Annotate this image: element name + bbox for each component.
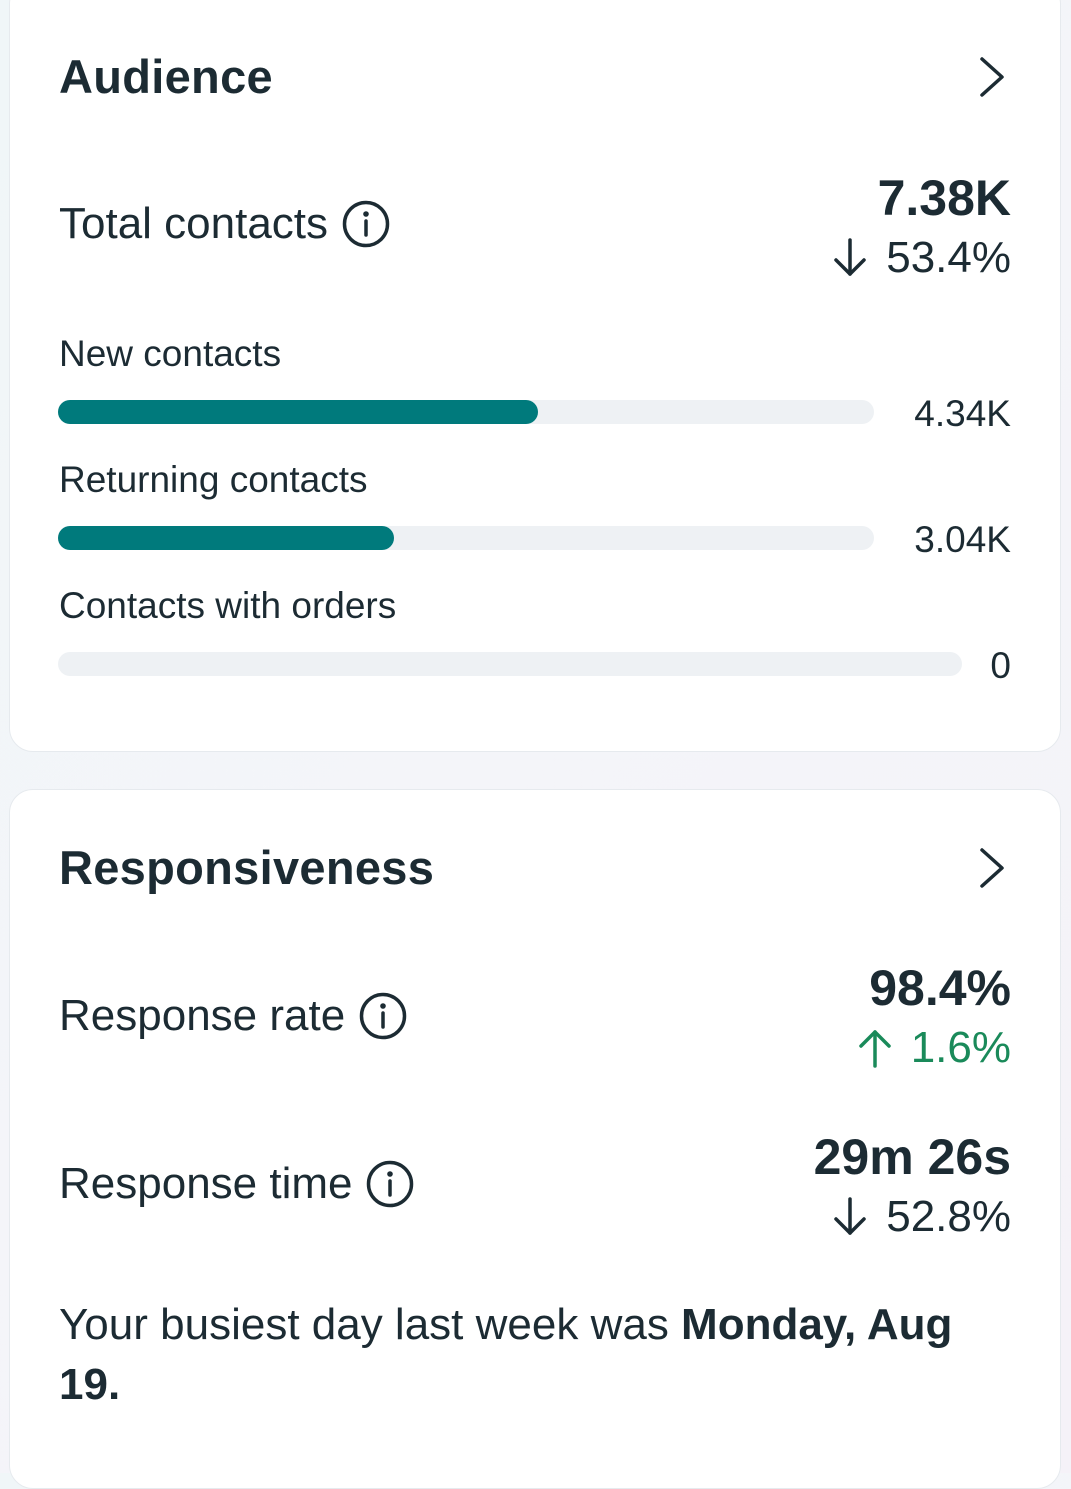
response-time-change: 52.8%	[830, 1192, 1011, 1242]
new-contacts-label: New contacts	[59, 333, 282, 374]
response-rate-change-text: 1.6%	[910, 1023, 1011, 1072]
audience-card: Audience Total contacts 7.38K 53.4% New …	[9, 0, 1061, 752]
chevron-right-icon[interactable]	[976, 55, 1008, 99]
orders-contacts-value: 0	[990, 645, 1011, 686]
response-rate-label: Response rate	[59, 991, 407, 1041]
responsiveness-title: Responsiveness	[59, 841, 435, 894]
busiest-day-text: Your busiest day last week was Monday, A…	[59, 1295, 1019, 1415]
returning-contacts-bar-track	[58, 526, 874, 550]
orders-contacts-label: Contacts with orders	[59, 585, 397, 626]
info-icon[interactable]	[366, 1160, 414, 1208]
response-rate-value: 98.4%	[869, 960, 1011, 1016]
busiest-day-prefix: Your busiest day last week was	[59, 1300, 682, 1349]
audience-title: Audience	[59, 50, 273, 103]
new-contacts-bar-fill	[58, 400, 538, 424]
new-contacts-bar-track	[58, 400, 874, 424]
new-contacts-value: 4.34K	[914, 393, 1011, 434]
response-time-value: 29m 26s	[813, 1129, 1011, 1185]
total-contacts-value: 7.38K	[877, 170, 1011, 226]
info-icon[interactable]	[359, 992, 407, 1040]
arrow-up-icon	[858, 1030, 891, 1068]
returning-contacts-bar-fill	[58, 526, 395, 550]
info-icon[interactable]	[342, 200, 390, 248]
response-time-change-text: 52.8%	[886, 1192, 1011, 1241]
response-rate-text: Response rate	[59, 991, 346, 1040]
returning-contacts-value: 3.04K	[914, 519, 1011, 560]
arrow-down-icon	[834, 238, 866, 276]
arrow-down-icon	[834, 1197, 866, 1235]
responsiveness-card: Responsiveness Response rate 98.4% 1.6% …	[9, 789, 1061, 1489]
total-contacts-change: 53.4%	[830, 233, 1011, 283]
response-rate-change: 1.6%	[855, 1023, 1011, 1073]
chevron-right-icon[interactable]	[976, 846, 1008, 890]
total-contacts-text: Total contacts	[59, 199, 329, 248]
response-time-label: Response time	[59, 1159, 414, 1209]
orders-contacts-bar-track	[58, 652, 962, 676]
total-contacts-change-text: 53.4%	[886, 233, 1011, 282]
response-time-text: Response time	[59, 1159, 353, 1208]
total-contacts-label: Total contacts	[59, 199, 390, 249]
returning-contacts-label: Returning contacts	[59, 459, 368, 500]
